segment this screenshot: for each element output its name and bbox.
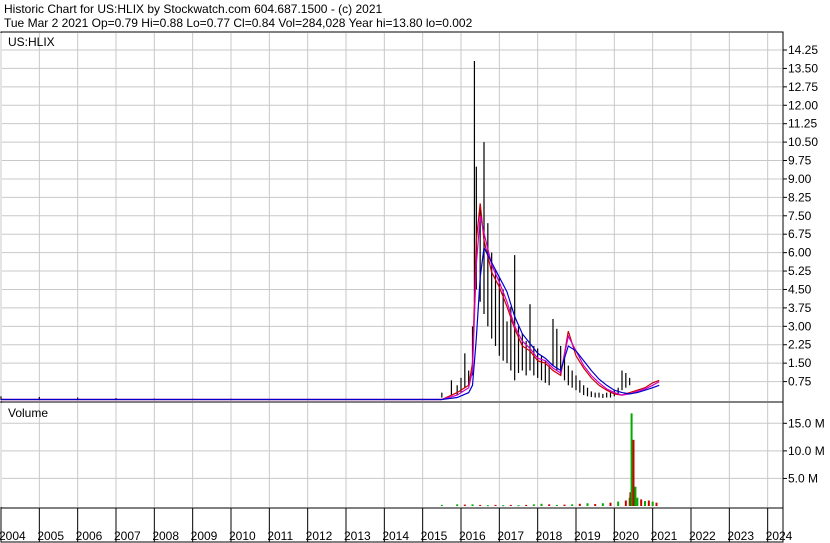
y-tick-label-2.25: 2.25 — [788, 338, 812, 352]
y-tick-label-6.00: 6.00 — [788, 246, 812, 260]
y-tick-label-12.00: 12.00 — [788, 98, 818, 112]
y-tick-label-12.75: 12.75 — [788, 80, 818, 94]
x-tick-label-2019: 2019 — [574, 529, 601, 543]
x-tick-label-2006: 2006 — [76, 529, 103, 543]
x-tick-label-2020: 2020 — [612, 529, 639, 543]
volume-bar — [502, 505, 505, 507]
price-panel-title: US:HLIX — [8, 35, 55, 49]
y-tick-label-11.25: 11.25 — [788, 117, 817, 131]
y-tick-label-9.75: 9.75 — [788, 154, 812, 168]
y-tick-label-13.50: 13.50 — [788, 61, 818, 75]
x-tick-label-2009: 2009 — [191, 529, 218, 543]
x-tick-label-2005: 2005 — [37, 529, 64, 543]
y-tick-label-3.75: 3.75 — [788, 301, 812, 315]
volume-y-tick-label-15.0 M: 15.0 M — [788, 416, 825, 430]
volume-bar — [655, 502, 658, 506]
volume-bar — [509, 504, 512, 506]
chart-canvas: Historic Chart for US:HLIX by Stockwatch… — [0, 2, 825, 543]
volume-bar — [463, 504, 466, 506]
volume-bar — [563, 504, 566, 506]
y-tick-label-8.25: 8.25 — [788, 190, 812, 204]
y-tick-label-0.75: 0.75 — [788, 375, 812, 389]
price-panel — [0, 31, 784, 403]
volume-bar — [632, 439, 635, 506]
volume-bar — [617, 501, 620, 506]
volume-bar — [471, 504, 474, 506]
volume-bar — [548, 504, 551, 506]
x-tick-label-2012: 2012 — [306, 529, 333, 543]
y-tick-label-3.00: 3.00 — [788, 319, 812, 333]
volume-bar — [555, 504, 558, 506]
volume-bar — [517, 505, 520, 507]
volume-bar — [486, 505, 489, 507]
x-tick-label-2014: 2014 — [382, 529, 409, 543]
volume-bar — [651, 501, 654, 506]
volume-bar — [440, 504, 443, 506]
y-tick-label-14.25: 14.25 — [788, 43, 818, 57]
x-tick-label-2018: 2018 — [536, 529, 563, 543]
x-tick-label-2016: 2016 — [459, 529, 486, 543]
volume-bar — [578, 503, 581, 506]
volume-bar — [634, 486, 637, 506]
y-tick-label-10.50: 10.50 — [788, 135, 818, 149]
y-tick-label-4.50: 4.50 — [788, 282, 812, 296]
y-tick-label-9.00: 9.00 — [788, 172, 812, 186]
chart-header-line2: Tue Mar 2 2021 Op=0.79 Hi=0.88 Lo=0.77 C… — [4, 16, 473, 30]
volume-bar — [640, 499, 643, 506]
volume-bar — [644, 501, 646, 506]
volume-bar — [494, 504, 497, 506]
x-tick-label-2017: 2017 — [497, 529, 524, 543]
volume-bar — [532, 504, 535, 506]
y-tick-label-1.50: 1.50 — [788, 356, 812, 370]
volume-bar — [624, 500, 627, 506]
volume-y-tick-label-5.0 M: 5.0 M — [788, 471, 818, 485]
volume-bar — [601, 503, 604, 506]
x-tick-label-2008: 2008 — [152, 529, 179, 543]
volume-y-tick-label-10.0 M: 10.0 M — [788, 444, 825, 458]
volume-bar — [479, 504, 482, 506]
x-tick-label-2013: 2013 — [344, 529, 371, 543]
volume-bar — [609, 502, 612, 506]
x-tick-label-2024: 2024 — [766, 529, 793, 543]
x-tick-label-2015: 2015 — [421, 529, 448, 543]
volume-y-axis: 15.0 M 10.0 M 5.0 M — [783, 416, 825, 485]
volume-bar — [571, 504, 574, 506]
volume-bar — [456, 504, 459, 506]
historic-chart: Historic Chart for US:HLIX by Stockwatch… — [0, 0, 830, 543]
volume-bar — [594, 504, 597, 506]
volume-panel-title: Volume — [8, 406, 48, 420]
chart-header-line1: Historic Chart for US:HLIX by Stockwatch… — [4, 2, 382, 16]
volume-bar — [647, 500, 650, 506]
y-tick-label-6.75: 6.75 — [788, 227, 812, 241]
x-tick-label-2022: 2022 — [689, 529, 716, 543]
y-tick-label-5.25: 5.25 — [788, 264, 812, 278]
x-tick-label-2023: 2023 — [727, 529, 754, 543]
volume-bar — [586, 503, 589, 506]
volume-bar — [630, 413, 633, 506]
volume-bar — [636, 497, 639, 506]
price-y-axis: 14.25 13.50 12.75 12.00 11.25 10.50 9.75 9.00 8.… — [783, 43, 818, 389]
volume-bar — [525, 504, 528, 506]
volume-bar — [540, 503, 543, 506]
y-tick-label-7.50: 7.50 — [788, 209, 812, 223]
volume-panel — [0, 401, 784, 509]
x-tick-label-2010: 2010 — [229, 529, 256, 543]
x-tick-label-2011: 2011 — [267, 529, 293, 543]
x-tick-label-2021: 2021 — [651, 529, 678, 543]
x-tick-label-2007: 2007 — [114, 529, 141, 543]
x-tick-label-2004: 2004 — [0, 529, 26, 543]
